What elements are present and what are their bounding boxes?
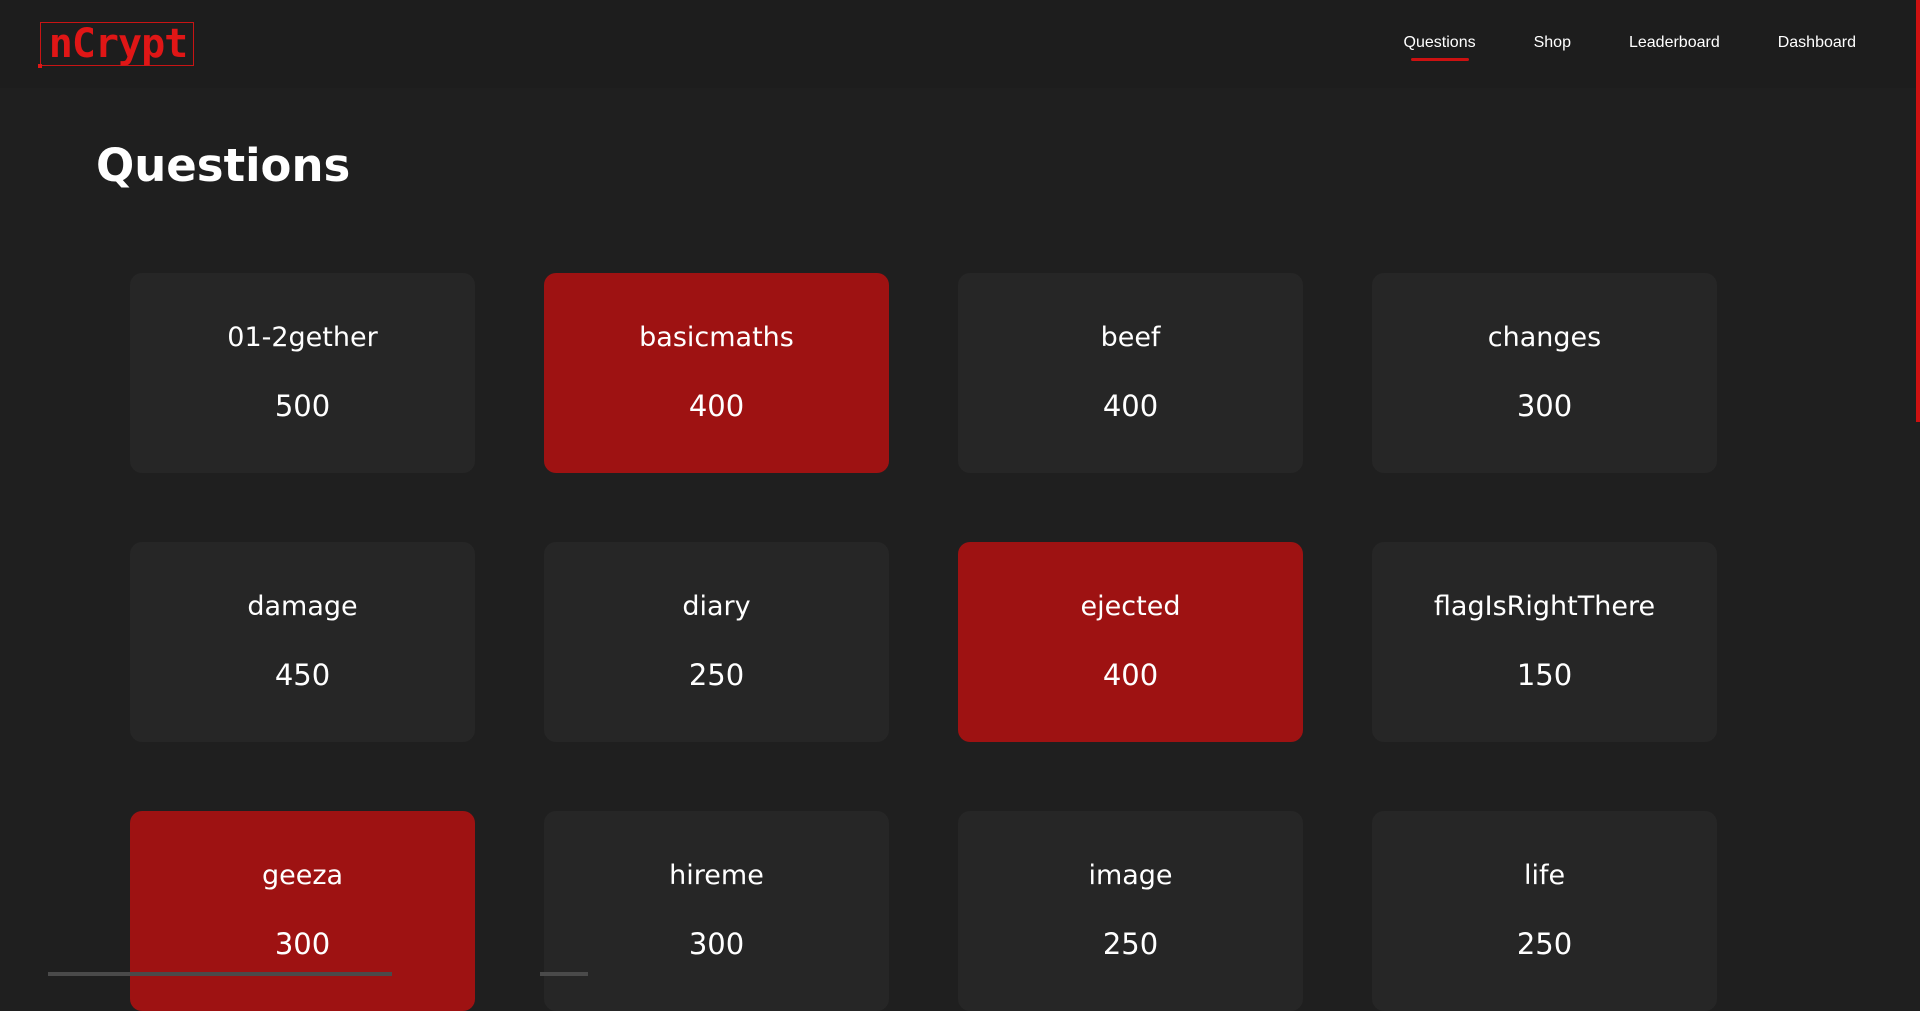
question-name: damage bbox=[247, 591, 358, 622]
question-name: 01-2gether bbox=[227, 322, 378, 353]
nav-item-leaderboard[interactable]: Leaderboard bbox=[1629, 33, 1720, 57]
horizontal-scrollbar-segment bbox=[540, 972, 588, 976]
nav-item-label: Dashboard bbox=[1777, 34, 1856, 51]
question-name: beef bbox=[1100, 322, 1161, 353]
question-card-life[interactable]: life 250 bbox=[1372, 811, 1717, 1011]
question-name: flagIsRightThere bbox=[1433, 591, 1656, 622]
logo-accent-dot bbox=[38, 64, 42, 68]
question-card-image[interactable]: image 250 bbox=[958, 811, 1303, 1011]
question-points: 250 bbox=[688, 658, 745, 692]
question-points: 300 bbox=[688, 927, 745, 961]
question-card-changes[interactable]: changes 300 bbox=[1372, 273, 1717, 473]
question-card-beef[interactable]: beef 400 bbox=[958, 273, 1303, 473]
nav-menu: Questions Shop Leaderboard Dashboard bbox=[1403, 33, 1856, 61]
nav-item-shop[interactable]: Shop bbox=[1534, 33, 1571, 57]
vertical-scrollbar-thumb[interactable] bbox=[1916, 0, 1920, 422]
questions-grid: 01-2gether 500 basicmaths 400 beef 400 c… bbox=[130, 273, 1717, 1011]
nav-item-dashboard[interactable]: Dashboard bbox=[1778, 33, 1856, 57]
question-card-damage[interactable]: damage 450 bbox=[130, 542, 475, 742]
question-points: 400 bbox=[688, 389, 745, 423]
question-card-geeza[interactable]: geeza 300 bbox=[130, 811, 475, 1011]
question-points: 500 bbox=[274, 389, 331, 423]
question-card-ejected[interactable]: ejected 400 bbox=[958, 542, 1303, 742]
question-card-flagisrightthere[interactable]: flagIsRightThere 150 bbox=[1372, 542, 1717, 742]
nav-item-label: Questions bbox=[1403, 34, 1476, 51]
active-nav-indicator bbox=[1410, 58, 1469, 61]
question-card-diary[interactable]: diary 250 bbox=[544, 542, 889, 742]
page-title: Questions bbox=[96, 139, 351, 192]
question-points: 450 bbox=[274, 658, 331, 692]
question-points: 250 bbox=[1516, 927, 1573, 961]
question-name: image bbox=[1088, 860, 1173, 891]
logo-text: nCrypt bbox=[48, 21, 189, 67]
question-name: basicmaths bbox=[639, 322, 794, 353]
question-points: 300 bbox=[274, 927, 331, 961]
question-name: life bbox=[1523, 860, 1566, 891]
question-name: ejected bbox=[1080, 591, 1181, 622]
top-navbar: nCrypt Questions Shop Leaderboard Dashbo… bbox=[0, 0, 1920, 88]
question-name: geeza bbox=[261, 860, 344, 891]
nav-item-questions[interactable]: Questions bbox=[1403, 33, 1476, 61]
horizontal-scrollbar-segment bbox=[48, 972, 392, 976]
question-points: 150 bbox=[1516, 658, 1573, 692]
question-points: 250 bbox=[1102, 927, 1159, 961]
nav-item-label: Leaderboard bbox=[1628, 34, 1720, 51]
question-points: 300 bbox=[1516, 389, 1573, 423]
question-name: diary bbox=[682, 591, 751, 622]
question-card-01-2gether[interactable]: 01-2gether 500 bbox=[130, 273, 475, 473]
question-points: 400 bbox=[1102, 658, 1159, 692]
nav-item-label: Shop bbox=[1533, 34, 1571, 51]
question-card-hireme[interactable]: hireme 300 bbox=[544, 811, 889, 1011]
question-points: 400 bbox=[1102, 389, 1159, 423]
ncrypt-logo[interactable]: nCrypt bbox=[38, 21, 194, 68]
question-card-basicmaths[interactable]: basicmaths 400 bbox=[544, 273, 889, 473]
question-name: hireme bbox=[669, 860, 764, 891]
question-name: changes bbox=[1487, 322, 1602, 353]
